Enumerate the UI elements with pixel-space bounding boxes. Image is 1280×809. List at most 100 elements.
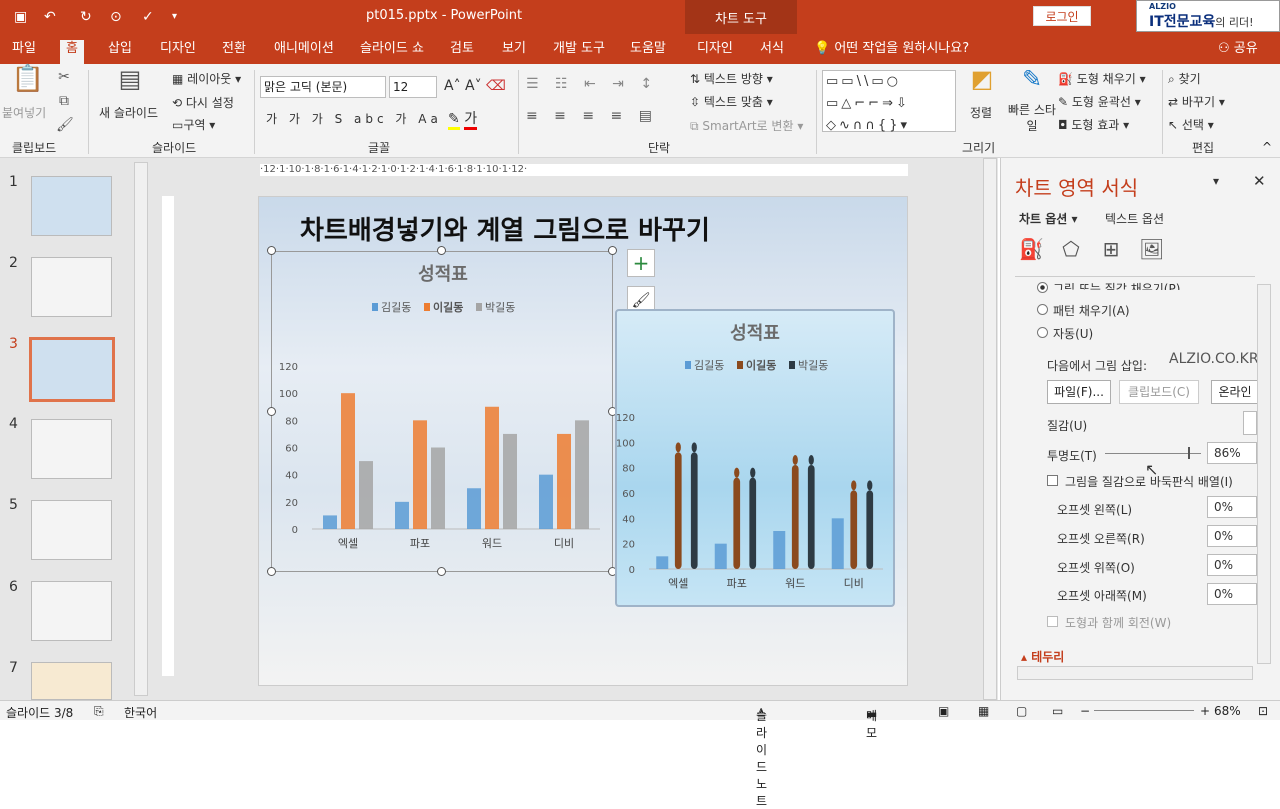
rotate-with-shape-checkbox[interactable] xyxy=(1047,616,1058,627)
tab-developer[interactable]: 개발 도구 xyxy=(547,40,611,64)
shape-effects-button[interactable]: ◘ 도형 효과 ▾ xyxy=(1058,116,1129,133)
fit-to-window-icon[interactable]: ⊡ xyxy=(1258,704,1268,718)
chart-1[interactable]: 성적표 김길동 이길동 박길동 0 20 40 60 80 100 120 엑셀 파포 워드 디비 xyxy=(271,251,613,572)
cut-icon[interactable]: ✂ xyxy=(56,68,72,86)
pane-hscrollbar[interactable] xyxy=(1017,666,1253,680)
zoom-slider[interactable] xyxy=(1094,710,1194,711)
thumbnail-slide-2[interactable] xyxy=(31,257,112,317)
highlight-color-icons[interactable]: ✎ 가 xyxy=(448,108,478,130)
pane-options-chevron-icon[interactable]: ▾ xyxy=(1213,174,1219,188)
reset-button[interactable]: ⟲ 다시 설정 xyxy=(172,94,234,111)
font-grow-shrink-icons[interactable]: A˄ A˅ ⌫ xyxy=(444,78,506,94)
resize-handle[interactable] xyxy=(267,246,276,255)
chart-elements-plus-icon[interactable]: + xyxy=(627,249,655,277)
new-slide-button[interactable]: 새 슬라이드 xyxy=(99,104,158,121)
tab-chart-format[interactable]: 서식 xyxy=(754,40,790,64)
zoom-level[interactable]: 68% xyxy=(1214,704,1241,718)
save-icon[interactable]: ▣ xyxy=(14,7,27,27)
tab-insert[interactable]: 삽입 xyxy=(102,40,138,64)
slide-sorter-icon[interactable]: ▦ xyxy=(978,704,989,718)
size-properties-icon[interactable]: ⊞ xyxy=(1099,239,1123,264)
font-format-icons[interactable]: 가 가 가 S abc 가 Aa xyxy=(266,110,442,127)
resize-handle[interactable] xyxy=(437,246,446,255)
zoom-in-icon[interactable]: + xyxy=(1200,704,1210,718)
highlight-icon[interactable]: ✎ xyxy=(448,111,460,130)
replace-button[interactable]: ⇄ 바꾸기 ▾ xyxy=(1168,93,1225,110)
resize-handle[interactable] xyxy=(267,567,276,576)
section-button[interactable]: ▭구역 ▾ xyxy=(172,116,215,133)
smartart-button[interactable]: ⧉ SmartArt로 변환 ▾ xyxy=(690,117,803,134)
select-button[interactable]: ↖ 선택 ▾ xyxy=(1168,116,1214,133)
collapse-ribbon-icon[interactable]: ^ xyxy=(1262,140,1272,154)
chart-options-tab[interactable]: 차트 옵션 ▾ xyxy=(1019,210,1078,227)
clipboard-button[interactable]: 클립보드(C) xyxy=(1119,380,1199,404)
reading-view-icon[interactable]: ▢ xyxy=(1016,704,1027,718)
login-button[interactable]: 로그인 xyxy=(1033,6,1091,26)
shape-outline-button[interactable]: ✎ 도형 윤곽선 ▾ xyxy=(1058,93,1141,110)
resize-handle[interactable] xyxy=(608,246,617,255)
slide-title[interactable]: 차트배경넣기와 계열 그림으로 바꾸기 xyxy=(300,210,710,247)
picture-icon[interactable]: 🖼 xyxy=(1139,239,1164,264)
language-indicator[interactable]: 한국어 xyxy=(124,704,157,721)
thumbnail-slide-1[interactable] xyxy=(31,176,112,236)
arrange-icon[interactable]: ◩ xyxy=(966,67,998,100)
offset-bottom-input[interactable]: 0% xyxy=(1207,583,1257,605)
presenter-icon[interactable]: ⊙ xyxy=(110,7,122,27)
slideshow-icon[interactable]: ▭ xyxy=(1052,704,1063,718)
font-size-box[interactable]: 12 xyxy=(389,76,437,98)
quick-style-icon[interactable]: ✎ xyxy=(1016,67,1048,100)
thumbnail-slide-3[interactable] xyxy=(29,337,115,402)
copy-icon[interactable]: ⧉ xyxy=(56,92,72,110)
thumbnail-slide-4[interactable] xyxy=(31,419,112,479)
text-direction-button[interactable]: ⇅ 텍스트 방향 ▾ xyxy=(690,70,773,87)
offset-right-input[interactable]: 0% xyxy=(1207,525,1257,547)
thumbnail-slide-6[interactable] xyxy=(31,581,112,641)
spellcheck-icon[interactable]: ⎘ xyxy=(94,704,104,719)
tab-review[interactable]: 검토 xyxy=(444,40,480,64)
list-icons[interactable]: ☰ ☷ ⇤ ⇥ ↕ xyxy=(526,76,658,92)
shape-fill-button[interactable]: ⛽ 도형 채우기 ▾ xyxy=(1058,70,1146,87)
transparency-slider-thumb[interactable] xyxy=(1187,447,1190,459)
redo-icon[interactable]: ↻ xyxy=(80,7,92,27)
thumbnail-slide-7[interactable] xyxy=(31,662,112,700)
find-button[interactable]: ⌕ 찾기 xyxy=(1168,70,1201,87)
tab-file[interactable]: 파일 xyxy=(6,40,42,64)
thumbnail-scrollbar[interactable] xyxy=(134,162,148,696)
canvas-scrollbar[interactable] xyxy=(983,158,997,700)
tab-design[interactable]: 디자인 xyxy=(154,40,202,64)
offset-top-input[interactable]: 0% xyxy=(1207,554,1257,576)
align-icons[interactable]: ≡ ≡ ≡ ≡ ▤ xyxy=(526,108,658,124)
transparency-value[interactable]: 86% xyxy=(1207,442,1257,464)
tab-animations[interactable]: 애니메이션 xyxy=(268,40,340,64)
resize-handle[interactable] xyxy=(267,407,276,416)
format-painter-icon[interactable]: 🖌 xyxy=(56,116,74,134)
clear-format-icon[interactable]: ⌫ xyxy=(486,78,506,94)
thumbnail-slide-5[interactable] xyxy=(31,500,112,560)
tab-chart-design[interactable]: 디자인 xyxy=(691,40,739,64)
resize-handle[interactable] xyxy=(437,567,446,576)
tab-slideshow[interactable]: 슬라이드 쇼 xyxy=(354,40,430,64)
tab-help[interactable]: 도움말 xyxy=(624,40,672,64)
normal-view-icon[interactable]: ▣ xyxy=(938,704,949,718)
tab-view[interactable]: 보기 xyxy=(496,40,532,64)
new-slide-icon[interactable]: ▤ xyxy=(112,67,148,100)
text-options-tab[interactable]: 텍스트 옵션 xyxy=(1105,210,1164,227)
online-button[interactable]: 온라인 xyxy=(1211,380,1259,404)
close-icon[interactable]: ✕ xyxy=(1253,172,1266,190)
texture-picker[interactable] xyxy=(1243,411,1257,435)
paste-icon[interactable]: 📋 xyxy=(10,66,46,100)
radio-pattern-fill[interactable] xyxy=(1037,304,1048,315)
border-section-header[interactable]: ▴ 테두리 xyxy=(1021,648,1064,665)
tile-checkbox[interactable] xyxy=(1047,475,1058,486)
shapes-gallery[interactable]: ▭▭\\▭○ ▭△⌐⌐⇒⇩ ◇∿∩∩{}▾ xyxy=(822,70,956,133)
transparency-slider[interactable] xyxy=(1105,447,1201,459)
effects-pentagon-icon[interactable]: ⬠ xyxy=(1059,239,1083,264)
share-button[interactable]: ⚇ 공유 xyxy=(1212,40,1264,64)
layout-button[interactable]: ▦ 레이아웃 ▾ xyxy=(172,70,241,87)
pane-scrollbar[interactable] xyxy=(1257,284,1271,664)
zoom-out-icon[interactable]: − xyxy=(1080,704,1090,718)
text-align-button[interactable]: ⇳ 텍스트 맞춤 ▾ xyxy=(690,93,773,110)
radio-auto-fill[interactable] xyxy=(1037,327,1048,338)
fill-line-icon[interactable]: ⛽ xyxy=(1019,239,1044,264)
file-button[interactable]: 파일(F)... xyxy=(1047,380,1111,404)
